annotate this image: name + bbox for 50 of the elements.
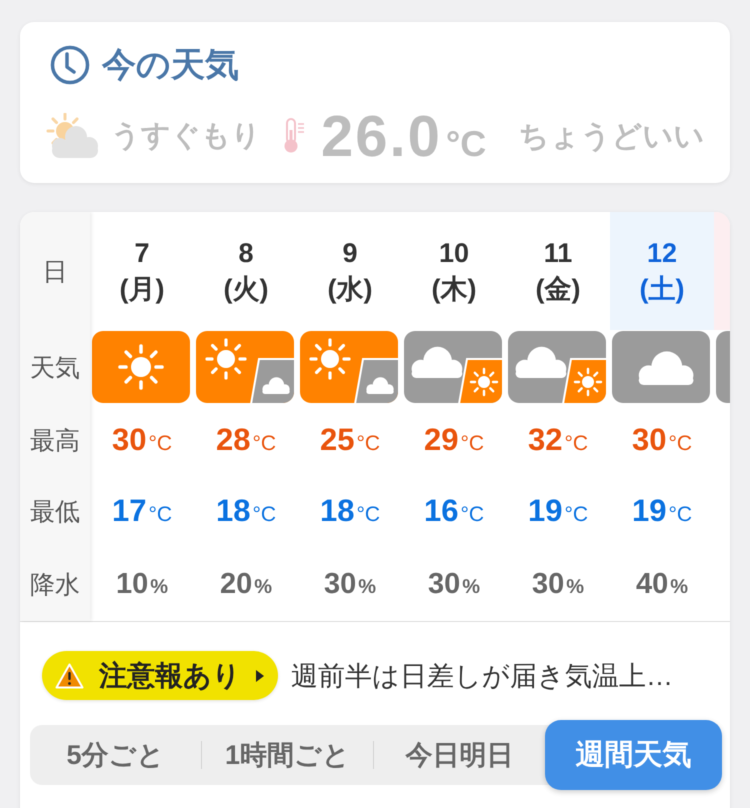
low-temperature: 19°C — [528, 493, 588, 529]
view-tab[interactable]: 週間天気 — [545, 720, 722, 790]
precipitation-chance: 30% — [428, 568, 480, 601]
high-temperature: 32°C — [528, 422, 588, 458]
low-temperature: 17°C — [112, 493, 172, 529]
precipitation-chance: 40% — [636, 568, 688, 601]
high-temperature: 29°C — [424, 422, 484, 458]
high-temperature: 28°C — [216, 422, 276, 458]
weekday-label: (金) — [536, 273, 580, 306]
high-temperature: 30°C — [112, 422, 172, 458]
weekday-label: (火) — [224, 273, 268, 306]
thermometer-icon — [283, 118, 305, 154]
sun-cloud-icon — [45, 113, 99, 159]
warning-badge[interactable]: 注意報あり — [42, 651, 278, 700]
date-label: 8 — [238, 237, 254, 270]
view-tab[interactable]: 1時間ごと — [202, 725, 373, 785]
date-label: 9 — [342, 237, 358, 270]
precipitation-chance: 10% — [116, 568, 168, 601]
row-label: 降水 — [30, 570, 80, 601]
row-label: 天気 — [30, 353, 80, 384]
low-temperature: 18°C — [320, 493, 380, 529]
warning-icon — [55, 662, 84, 688]
view-tab[interactable]: 今日明日 — [374, 725, 545, 785]
weekday-label: (木) — [432, 273, 476, 306]
clock-icon — [50, 45, 90, 85]
date-label: 10 — [438, 237, 470, 270]
date-label: 11 — [544, 237, 572, 270]
comfort-level: ちょうどいい — [518, 118, 704, 154]
precipitation-chance: 20% — [220, 568, 272, 601]
section-title: 今の天気 — [102, 45, 239, 86]
date-label: 12 — [646, 237, 678, 270]
caret-icon — [256, 670, 264, 682]
low-temperature: 19°C — [632, 493, 692, 529]
low-temperature: 18°C — [216, 493, 276, 529]
high-temperature: 30°C — [632, 422, 692, 458]
date-label: 7 — [134, 237, 150, 270]
weekday-label: (月) — [120, 273, 164, 306]
notice-message: 週前半は日差しが届き気温上… — [291, 660, 673, 692]
low-temperature: 16°C — [424, 493, 484, 529]
precipitation-chance: 30% — [324, 568, 376, 601]
row-label: 最低 — [30, 496, 80, 528]
weekday-label: (土) — [640, 273, 684, 306]
high-temperature: 25°C — [320, 422, 380, 458]
precipitation-chance: 30% — [532, 568, 584, 601]
current-temperature: 26.0°C — [321, 102, 486, 170]
row-label: 最高 — [30, 426, 80, 456]
weather-condition: うすぐもり — [111, 119, 261, 154]
row-label: 日 — [42, 256, 68, 288]
view-tab[interactable]: 5分ごと — [30, 725, 201, 785]
weekday-label: (水) — [328, 273, 372, 306]
